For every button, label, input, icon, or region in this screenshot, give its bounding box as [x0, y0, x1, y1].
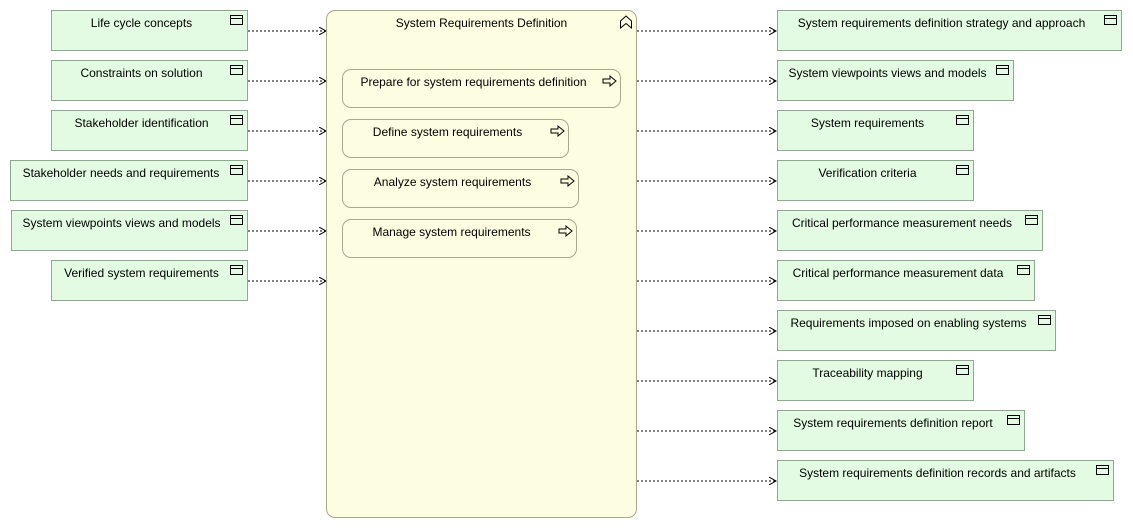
function-chevron-icon — [620, 15, 632, 29]
business-object-icon — [1096, 465, 1109, 475]
business-object-icon — [230, 265, 243, 275]
output-object-label: System viewpoints views and models — [788, 66, 987, 80]
process-label: Analyze system requirements — [373, 175, 532, 189]
business-object-icon — [230, 215, 243, 225]
business-object-icon — [230, 115, 243, 125]
business-object-icon — [230, 15, 243, 25]
business-object-icon — [230, 165, 243, 175]
business-object-icon — [230, 65, 243, 75]
business-object-icon — [1017, 265, 1030, 275]
input-object-stakeholder-needs-and-requirements[interactable]: Stakeholder needs and requirements — [10, 160, 248, 201]
output-object-records-and-artifacts[interactable]: System requirements definition records a… — [777, 460, 1114, 501]
input-object-verified-system-requirements[interactable]: Verified system requirements — [51, 260, 248, 301]
process-arrow-icon — [602, 75, 617, 87]
process-prepare-for-system-requirements-definition[interactable]: Prepare for system requirements definiti… — [342, 69, 621, 108]
process-label: Define system requirements — [372, 125, 523, 139]
output-object-system-requirements-definition-report[interactable]: System requirements definition report — [777, 410, 1025, 451]
input-object-label: Verified system requirements — [64, 266, 219, 280]
output-object-strategy-and-approach[interactable]: System requirements definition strategy … — [777, 10, 1122, 51]
process-label: Manage system requirements — [372, 225, 531, 239]
business-object-icon — [1104, 15, 1117, 25]
input-object-constraints-on-solution[interactable]: Constraints on solution — [51, 60, 248, 101]
process-arrow-icon — [560, 175, 575, 187]
output-object-critical-performance-measurement-needs[interactable]: Critical performance measurement needs — [777, 210, 1043, 251]
output-object-system-viewpoints-views-and-models[interactable]: System viewpoints views and models — [777, 60, 1014, 101]
business-object-icon — [1038, 315, 1051, 325]
process-manage-system-requirements[interactable]: Manage system requirements — [342, 219, 577, 258]
output-object-label: System requirements definition report — [793, 416, 993, 430]
input-object-label: Stakeholder identification — [74, 116, 209, 130]
output-object-label: Critical performance measurement data — [792, 266, 1004, 280]
output-object-system-requirements[interactable]: System requirements — [777, 110, 974, 151]
business-object-icon — [956, 365, 969, 375]
business-object-icon — [996, 65, 1009, 75]
output-object-verification-criteria[interactable]: Verification criteria — [777, 160, 974, 201]
output-object-label: System requirements — [810, 116, 925, 130]
input-object-label: Constraints on solution — [80, 66, 203, 80]
output-object-label: Critical performance measurement needs — [791, 216, 1013, 230]
input-object-label: Life cycle concepts — [90, 16, 193, 30]
business-object-icon — [956, 165, 969, 175]
output-object-label: Verification criteria — [818, 166, 917, 180]
function-title: System Requirements Definition — [395, 16, 568, 30]
business-object-icon — [956, 115, 969, 125]
output-object-traceability-mapping[interactable]: Traceability mapping — [777, 360, 974, 401]
process-analyze-system-requirements[interactable]: Analyze system requirements — [342, 169, 579, 208]
output-object-label: Requirements imposed on enabling systems — [790, 316, 1027, 330]
input-object-system-viewpoints-views-and-models[interactable]: System viewpoints views and models — [11, 210, 248, 251]
input-object-label: System viewpoints views and models — [22, 216, 221, 230]
output-object-label: System requirements definition records a… — [799, 466, 1076, 480]
business-object-icon — [1025, 215, 1038, 225]
output-object-critical-performance-measurement-data[interactable]: Critical performance measurement data — [777, 260, 1035, 301]
process-label: Prepare for system requirements definiti… — [360, 75, 587, 89]
input-object-life-cycle-concepts[interactable]: Life cycle concepts — [51, 10, 248, 51]
process-arrow-icon — [558, 225, 573, 237]
process-define-system-requirements[interactable]: Define system requirements — [342, 119, 569, 158]
input-object-stakeholder-identification[interactable]: Stakeholder identification — [51, 110, 248, 151]
output-object-label: Traceability mapping — [812, 366, 923, 380]
output-object-label: System requirements definition strategy … — [797, 16, 1086, 30]
output-object-requirements-imposed-on-enabling-systems[interactable]: Requirements imposed on enabling systems — [777, 310, 1056, 351]
business-object-icon — [1007, 415, 1020, 425]
process-arrow-icon — [550, 125, 565, 137]
input-object-label: Stakeholder needs and requirements — [22, 166, 220, 180]
